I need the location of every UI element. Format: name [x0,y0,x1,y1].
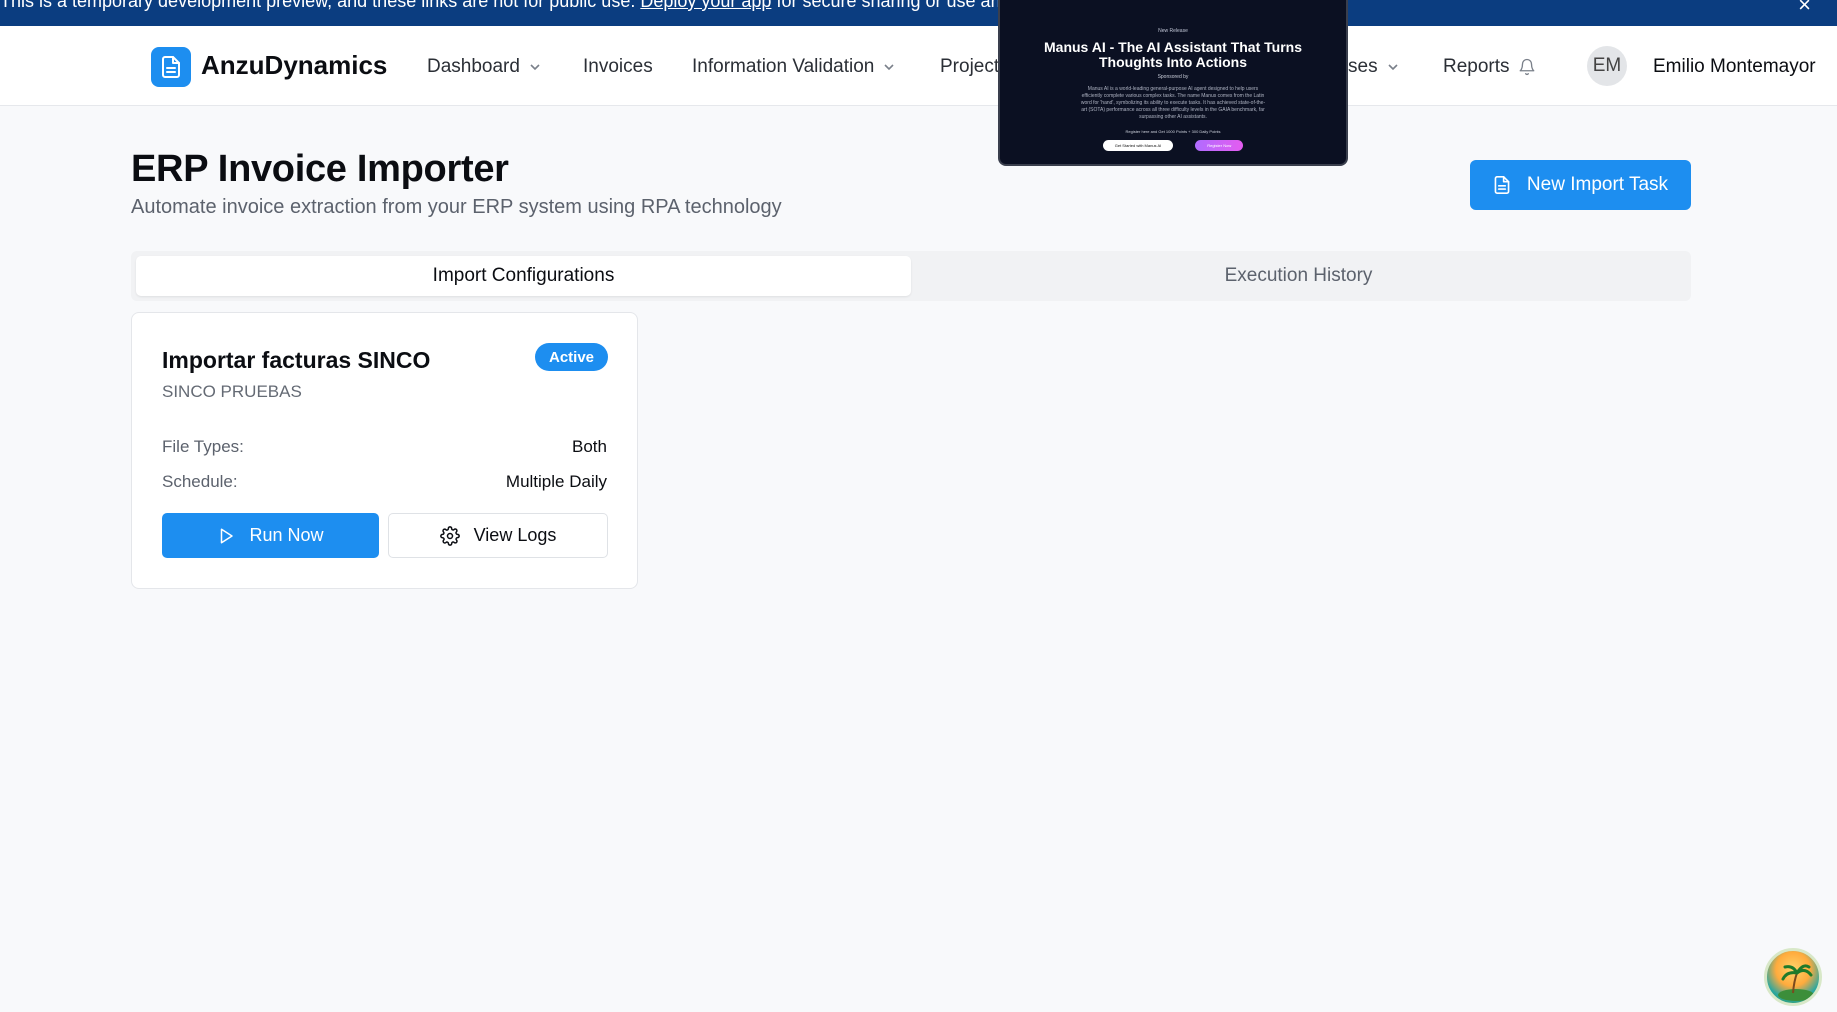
tab-execution-history[interactable]: Execution History [911,256,1686,296]
logo[interactable] [151,47,191,87]
deploy-app-link[interactable]: Deploy your app [640,0,771,11]
dev-preview-banner: This is a temporary development preview,… [0,0,1837,26]
file-types-value: Both [572,437,607,456]
view-logs-label: View Logs [473,525,557,545]
tab-import-configurations[interactable]: Import Configurations [136,256,911,296]
card-subtitle: SINCO PRUEBAS [162,382,302,401]
nav-projects-label: Project [940,56,1000,77]
palm-island-icon [1778,964,1814,1001]
nav-expenses[interactable]: ses [1348,56,1400,78]
chevron-down-icon [530,64,540,71]
page-subtitle: Automate invoice extraction from your ER… [131,196,782,218]
nav-information-validation-label: Information Validation [692,56,875,77]
avatar[interactable]: EM [1587,46,1627,86]
file-types-label: File Types: [162,437,244,456]
brand-name[interactable]: AnzuDynamics [201,50,387,81]
promo-title: Manus AI - The AI Assistant That Turns T… [1044,39,1302,70]
assistant-avatar[interactable] [1764,948,1822,1006]
promo-register-button[interactable]: Register Now [1195,140,1244,151]
run-now-label: Run Now [249,525,324,545]
nav-reports-label: Reports [1443,56,1510,77]
document-icon [1494,176,1510,194]
gear-icon [439,525,460,546]
nav-reports[interactable]: Reports [1443,56,1536,78]
promo-video-overlay[interactable]: New Release Manus AI - The AI Assistant … [998,0,1348,166]
promo-buttons: Get Started with Manus AI Register Now [1000,140,1346,151]
card-title: Importar facturas SINCO [162,347,431,373]
user-name[interactable]: Emilio Montemayor [1653,56,1816,78]
nav-expenses-label: ses [1348,56,1378,77]
tab-list: Import Configurations Execution History [131,251,1691,301]
promo-description: Manus AI is a world-leading general-purp… [1080,86,1266,120]
nav-information-validation[interactable]: Information Validation [692,56,896,78]
nav-invoices[interactable]: Invoices [583,56,653,78]
import-config-card: Importar facturas SINCO SINCO PRUEBAS Ac… [131,312,638,589]
promo-note: Register here and Get 1000 Points + 300 … [1125,129,1221,134]
nav-invoices-label: Invoices [583,56,653,77]
document-icon [162,56,180,78]
status-badge: Active [535,343,608,371]
new-import-task-button[interactable]: New Import Task [1470,160,1691,210]
close-icon[interactable]: × [1798,0,1811,16]
page-title: ERP Invoice Importer [131,148,509,190]
promo-get-started-button[interactable]: Get Started with Manus AI [1102,140,1174,151]
new-import-task-label: New Import Task [1526,174,1669,195]
top-navbar: AnzuDynamics Dashboard Invoices Informat… [0,26,1837,106]
promo-tag: New Release [1158,28,1188,34]
nav-dashboard[interactable]: Dashboard [427,56,542,78]
play-icon [221,528,234,543]
run-now-button[interactable]: Run Now [162,513,379,558]
banner-message: This is a temporary development preview,… [0,0,636,11]
banner-message-tail: for secure sharing or use an invi [776,0,1033,11]
nav-projects[interactable]: Project [940,56,999,78]
nav-dashboard-label: Dashboard [427,56,520,77]
schedule-label: Schedule: [162,472,238,491]
promo-sponsor: Sponsored by [1157,74,1189,80]
banner-text: This is a temporary development preview,… [0,0,1033,12]
view-logs-button[interactable]: View Logs [388,513,608,558]
chevron-down-icon [1388,64,1398,71]
bell-icon[interactable] [1518,58,1536,76]
schedule-value: Multiple Daily [505,472,607,491]
chevron-down-icon [884,64,894,71]
